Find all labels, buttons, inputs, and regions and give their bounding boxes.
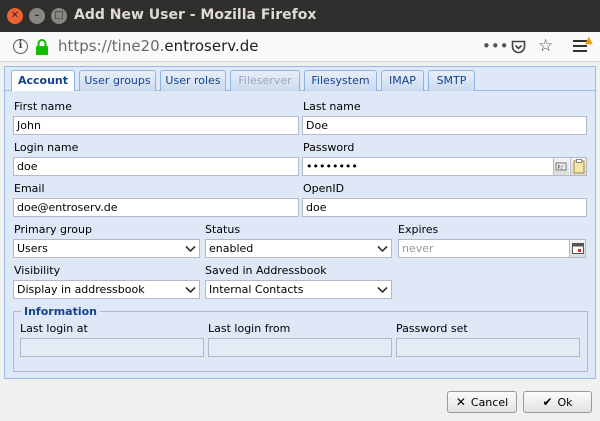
calendar-icon[interactable] (569, 240, 585, 257)
expires-placeholder: never (402, 242, 434, 255)
url-domain: entroserv.de (164, 37, 259, 55)
last-name-label: Last name (303, 100, 361, 113)
visibility-value: Display in addressbook (17, 283, 145, 296)
page-info-icon[interactable]: i (13, 39, 28, 54)
add-user-dialog: Account User groups User roles Fileserve… (4, 66, 596, 379)
password-generate-icon[interactable]: P/ (553, 158, 569, 175)
chevron-down-icon[interactable] (374, 240, 391, 257)
chevron-down-icon[interactable] (374, 281, 391, 298)
primary-group-combo[interactable]: Users (13, 239, 200, 258)
status-label: Status (205, 223, 241, 236)
email-label: Email (14, 182, 45, 195)
url-field[interactable]: https://tine20.entroserv.de (58, 37, 258, 55)
ok-label: Ok (557, 396, 573, 409)
email-field[interactable]: doe@entroserv.de (13, 198, 299, 217)
address-bar: i https://tine20.entroserv.de ••• ☆ ▲ (0, 32, 600, 62)
saved-in-addressbook-value: Internal Contacts (209, 283, 304, 296)
information-legend: Information (21, 305, 100, 318)
window-titlebar: ✕ – □ Add New User - Mozilla Firefox (0, 0, 600, 32)
account-panel: First name John Last name Doe Login name… (5, 91, 595, 378)
tab-filesystem[interactable]: Filesystem (304, 70, 377, 91)
bookmark-star-icon[interactable]: ☆ (538, 36, 553, 56)
secure-lock-icon[interactable] (35, 38, 49, 56)
pocket-icon[interactable] (511, 40, 526, 54)
last-name-field[interactable]: Doe (302, 116, 587, 135)
clipboard-icon[interactable] (570, 158, 586, 175)
password-field[interactable]: •••••••• P/ (302, 157, 587, 176)
chevron-down-icon[interactable] (182, 281, 199, 298)
tab-user-groups[interactable]: User groups (79, 70, 156, 91)
tab-fileserver: Fileserver (230, 70, 300, 91)
password-set-label: Password set (396, 322, 468, 335)
window-title: Add New User - Mozilla Firefox (74, 7, 317, 23)
tab-user-roles[interactable]: User roles (160, 70, 226, 91)
first-name-label: First name (14, 100, 72, 113)
minimize-window-button[interactable]: – (29, 8, 45, 24)
password-value: •••••••• (306, 160, 358, 173)
close-window-button[interactable]: ✕ (7, 8, 23, 24)
ok-button[interactable]: ✔ Ok (523, 391, 592, 413)
openid-label: OpenID (303, 182, 345, 195)
chevron-down-icon[interactable] (182, 240, 199, 257)
page-actions-icon[interactable]: ••• (482, 37, 509, 55)
warning-icon: ▲ (585, 35, 593, 46)
password-set-field (396, 338, 580, 357)
last-login-from-field (208, 338, 392, 357)
tab-account[interactable]: Account (11, 70, 75, 92)
status-value: enabled (209, 242, 254, 255)
url-prefix: https://tine20. (58, 37, 165, 55)
status-combo[interactable]: enabled (205, 239, 392, 258)
login-name-field[interactable]: doe (13, 157, 299, 176)
close-icon: ✕ (455, 395, 466, 409)
cancel-button[interactable]: ✕ Cancel (447, 391, 517, 413)
tab-imap[interactable]: IMAP (381, 70, 424, 91)
primary-group-value: Users (17, 242, 48, 255)
visibility-label: Visibility (14, 264, 61, 277)
openid-field[interactable]: doe (302, 198, 587, 217)
checkmark-icon: ✔ (542, 395, 553, 409)
login-name-label: Login name (14, 141, 79, 154)
last-login-at-field (20, 338, 204, 357)
cancel-label: Cancel (470, 396, 509, 409)
last-login-from-label: Last login from (208, 322, 291, 335)
information-fieldset: Information Last login at Last login fro… (13, 305, 588, 372)
primary-group-label: Primary group (14, 223, 92, 236)
saved-in-addressbook-label: Saved in Addressbook (205, 264, 327, 277)
first-name-field[interactable]: John (13, 116, 299, 135)
dialog-footer: ✕ Cancel ✔ Ok (0, 380, 600, 421)
tab-strip: Account User groups User roles Fileserve… (5, 67, 595, 92)
expires-datefield[interactable]: never (398, 239, 586, 258)
password-label: Password (303, 141, 355, 154)
visibility-combo[interactable]: Display in addressbook (13, 280, 200, 299)
expires-label: Expires (398, 223, 439, 236)
tab-smtp[interactable]: SMTP (428, 70, 475, 91)
maximize-window-button[interactable]: □ (51, 8, 67, 24)
saved-in-addressbook-combo[interactable]: Internal Contacts (205, 280, 392, 299)
svg-text:P/: P/ (558, 165, 564, 171)
last-login-at-label: Last login at (20, 322, 88, 335)
